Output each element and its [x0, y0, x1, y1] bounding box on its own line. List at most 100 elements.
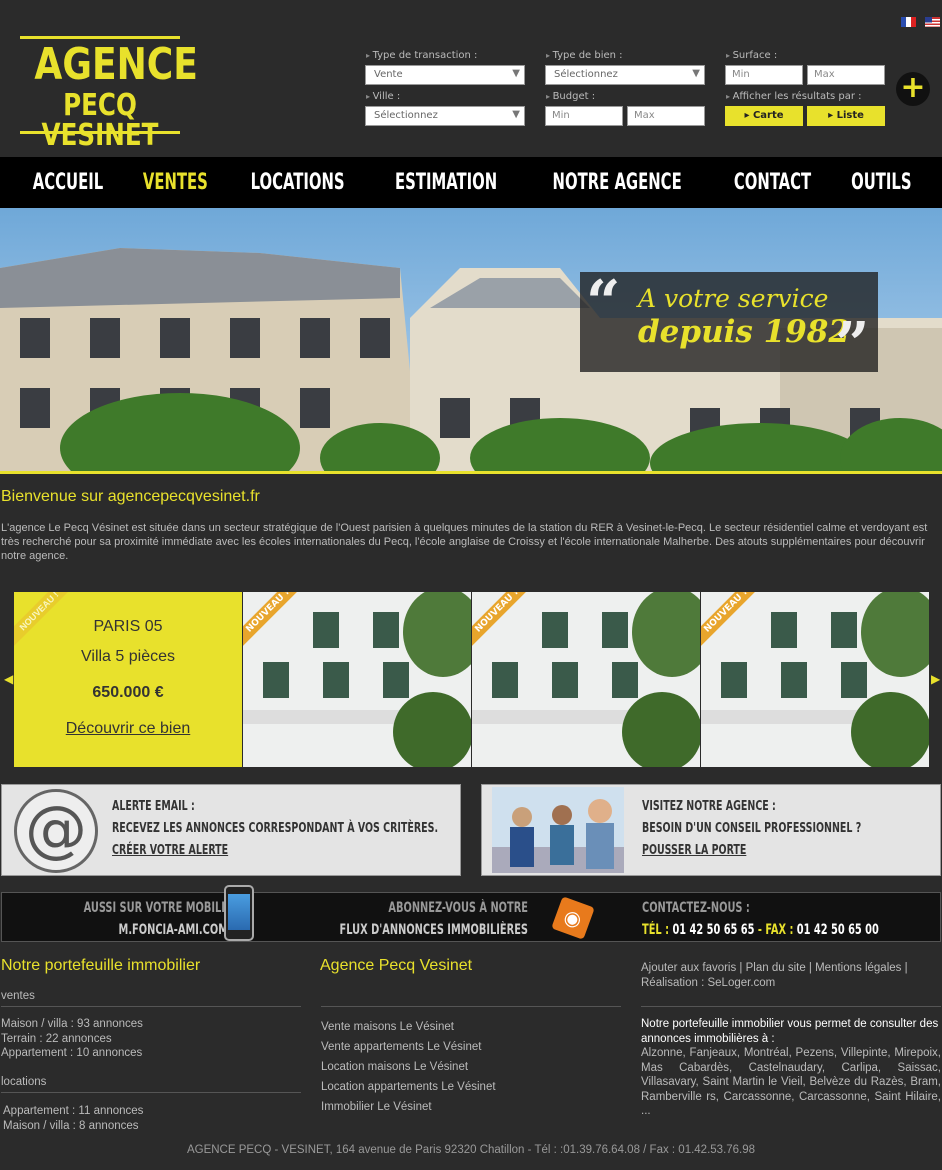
tel-number: 01 42 50 65 65 [672, 922, 755, 938]
nav-accueil[interactable]: ACCUEIL [32, 170, 102, 195]
towns-list: Alzonne, Fanjeaux, Montréal, Pezens, Vil… [641, 1047, 941, 1117]
property-photo [472, 592, 700, 767]
ville-select[interactable]: Sélectionnez ▼ [365, 106, 525, 126]
nav-estimation[interactable]: ESTIMATION [395, 170, 497, 195]
divider [321, 1006, 621, 1007]
visit-agency-link[interactable]: POUSSER LA PORTE [642, 839, 746, 861]
property-card[interactable]: NOUVEAU ! [472, 592, 700, 767]
office-people-photo [492, 787, 624, 873]
carousel-next-icon[interactable]: ▶ [931, 672, 940, 686]
visit-agency-box: VISITEZ NOTRE AGENCE : BESOIN D'UN CONSE… [481, 784, 941, 876]
logo-line2: PECQ VESINET [41, 88, 159, 153]
visit-agency-title: VISITEZ NOTRE AGENCE : [642, 798, 776, 814]
carte-label: Carte [752, 110, 784, 121]
property-type: Villa 5 pièces [81, 648, 175, 665]
quote-box: “ A votre service depuis 1982 ” [580, 268, 878, 380]
agency-links: Vente maisons Le Vésinet Vente apparteme… [321, 1017, 496, 1117]
transaction-label: Type de transaction : [366, 50, 478, 61]
footer-link[interactable]: Location maisons Le Vésinet [321, 1057, 496, 1077]
divider [641, 1006, 941, 1007]
ventes-list: Maison / villa : 93 annonces Terrain : 2… [1, 1017, 143, 1061]
mobile-url[interactable]: M.FONCIA-AMI.COM [52, 919, 228, 941]
mobile-text: AUSSI SUR VOTRE MOBILE [83, 900, 228, 916]
discover-link[interactable]: Découvrir ce bien [14, 720, 242, 738]
nav-ventes[interactable]: VENTES [142, 170, 207, 195]
ville-label: Ville : [366, 91, 401, 102]
budget-max-input[interactable]: Max [627, 106, 705, 126]
intro-text: L'agence Le Pecq Vésinet est située dans… [1, 522, 928, 562]
divider [1, 1006, 301, 1007]
list-item[interactable]: Appartement : 10 annonces [1, 1046, 143, 1061]
chevron-down-icon: ▼ [512, 68, 520, 79]
hero-banner: “ A votre service depuis 1982 ” [0, 208, 942, 474]
rss-text: ABONNEZ-VOUS À NOTRE [388, 900, 528, 916]
liste-label: Liste [836, 110, 864, 121]
type-bien-select[interactable]: Sélectionnez ▼ [545, 65, 705, 85]
ventes-label: ventes [1, 990, 35, 1002]
at-sign-icon: @ [14, 789, 98, 873]
rss-icon[interactable]: ◉ [551, 896, 595, 940]
list-item[interactable]: Maison / villa : 8 annonces [3, 1119, 143, 1134]
chevron-down-icon: ▼ [512, 109, 520, 120]
chevron-down-icon: ▼ [692, 68, 700, 79]
rss-text2[interactable]: FLUX D'ANNONCES IMMOBILIÈRES [313, 919, 528, 941]
more-criteria-button[interactable]: + [896, 72, 930, 106]
list-item[interactable]: Terrain : 22 annonces [1, 1032, 143, 1047]
featured-property[interactable]: NOUVEAU ! PARIS 05 Villa 5 pièces 650.00… [14, 592, 242, 767]
nav-outils[interactable]: OUTILS [851, 170, 911, 195]
list-item[interactable]: Maison / villa : 93 annonces [1, 1017, 143, 1032]
property-price: 650.000 € [92, 684, 164, 701]
nav-contact[interactable]: CONTACT [733, 170, 810, 195]
surface-label: Surface : [726, 50, 778, 61]
transaction-select[interactable]: Vente ▼ [365, 65, 525, 85]
type-bien-label: Type de bien : [546, 50, 623, 61]
phone-icon [224, 885, 254, 941]
visit-agency-text: BESOIN D'UN CONSEIL PROFESSIONNEL ? [642, 820, 862, 836]
open-quote-icon: “ [586, 268, 621, 338]
property-card[interactable]: NOUVEAU ! [701, 592, 929, 767]
property-photo [243, 592, 471, 767]
site-logo[interactable]: AGENCE PECQ VESINET [20, 36, 198, 151]
footer-link[interactable]: Immobilier Le Vésinet [321, 1097, 496, 1117]
list-item[interactable]: Appartement : 11 annonces [3, 1104, 143, 1119]
locations-list: Appartement : 11 annonces Maison / villa… [3, 1104, 143, 1133]
towns-title: Notre portefeuille immobilier vous perme… [641, 1018, 939, 1045]
footer-address: AGENCE PECQ - VESINET, 164 avenue de Par… [186, 1144, 756, 1156]
locations-label: locations [1, 1076, 47, 1088]
surface-max-input[interactable]: Max [807, 65, 885, 85]
budget-label: Budget : [546, 91, 596, 102]
footer-link[interactable]: Vente appartements Le Vésinet [321, 1037, 496, 1057]
carte-button[interactable]: ▸ Carte [725, 106, 803, 126]
footer-link[interactable]: Vente maisons Le Vésinet [321, 1017, 496, 1037]
english-flag-icon[interactable] [925, 12, 940, 27]
nav-notre-agence[interactable]: NOTRE AGENCE [553, 170, 682, 195]
surface-min-input[interactable]: Min [725, 65, 803, 85]
contact-title: CONTACTEZ-NOUS : [642, 900, 750, 916]
quote-line1: A votre service [638, 284, 829, 313]
ville-value: Sélectionnez [374, 110, 438, 121]
property-carousel: NOUVEAU ! PARIS 05 Villa 5 pièces 650.00… [14, 592, 929, 767]
create-alert-link[interactable]: CRÉER VOTRE ALERTE [112, 839, 228, 861]
tel-label: TÉL : [642, 922, 673, 938]
property-card[interactable]: NOUVEAU ! [243, 592, 471, 767]
utility-links[interactable]: Ajouter aux favoris | Plan du site | Men… [641, 961, 931, 990]
nav-locations[interactable]: LOCATIONS [251, 170, 345, 195]
email-alert-title: ALERTE EMAIL : [112, 798, 195, 814]
quote-line2: depuis 1982 [638, 314, 850, 350]
fax-number: 01 42 50 65 00 [796, 922, 879, 938]
arrow-right-icon: ▸ [744, 110, 753, 121]
french-flag-icon[interactable] [901, 12, 916, 27]
budget-min-input[interactable]: Min [545, 106, 623, 126]
liste-button[interactable]: ▸ Liste [807, 106, 885, 126]
carousel-prev-icon[interactable]: ◀ [4, 672, 13, 686]
footer-link[interactable]: Location appartements Le Vésinet [321, 1077, 496, 1097]
close-quote-icon: ” [835, 310, 870, 380]
arrow-right-icon: ▸ [828, 110, 837, 121]
fax-label: - FAX : [754, 922, 797, 938]
logo-line1: AGENCE [34, 39, 198, 90]
contact-phones: TÉL : 01 42 50 65 65 - FAX : 01 42 50 65… [642, 919, 879, 941]
agency-title: Agence Pecq Vesinet [320, 957, 473, 974]
property-photo [701, 592, 929, 767]
property-city: PARIS 05 [93, 618, 163, 635]
transaction-value: Vente [374, 69, 403, 80]
